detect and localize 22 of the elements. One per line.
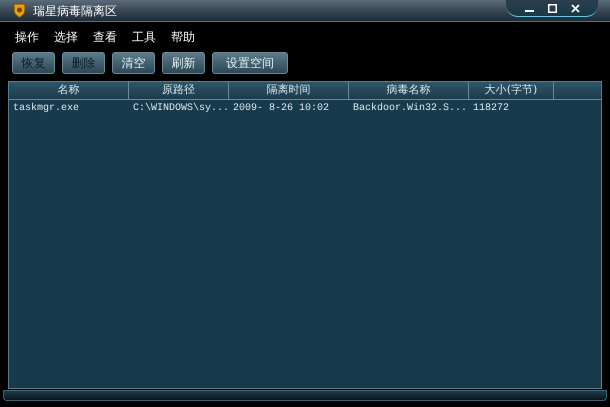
column-header[interactable]: 隔离时间: [229, 82, 349, 99]
toolbar-button[interactable]: 设置空间: [212, 52, 288, 74]
column-header[interactable]: 大小(字节): [469, 82, 554, 99]
table-cell-text: 2009- 8-26 10:02: [232, 102, 330, 116]
column-header[interactable]: 名称: [9, 82, 129, 99]
column-header[interactable]: 病毒名称: [349, 82, 469, 99]
menu-item[interactable]: 操作: [15, 31, 39, 43]
menu-item[interactable]: 选择: [54, 31, 78, 43]
table-cell-text: C:\WINDOWS\sy...: [132, 102, 229, 116]
table-cell-text: 118272: [472, 102, 510, 116]
menu-item[interactable]: 帮助: [171, 31, 195, 43]
maximize-icon[interactable]: [548, 4, 556, 12]
close-icon[interactable]: [570, 4, 580, 12]
menu-item[interactable]: 工具: [132, 31, 156, 43]
toolbar-button[interactable]: 刷新: [162, 52, 205, 74]
toolbar-button[interactable]: 清空: [112, 52, 155, 74]
table-cell-text: taskmgr.exe: [12, 102, 80, 116]
shield-icon: [13, 3, 26, 18]
table-cell-text: Backdoor.Win32.S...: [352, 102, 468, 116]
menu-item[interactable]: 查看: [93, 31, 117, 43]
column-header[interactable]: 原路径: [129, 82, 229, 99]
window-title: 瑞星病毒隔离区: [33, 4, 117, 16]
